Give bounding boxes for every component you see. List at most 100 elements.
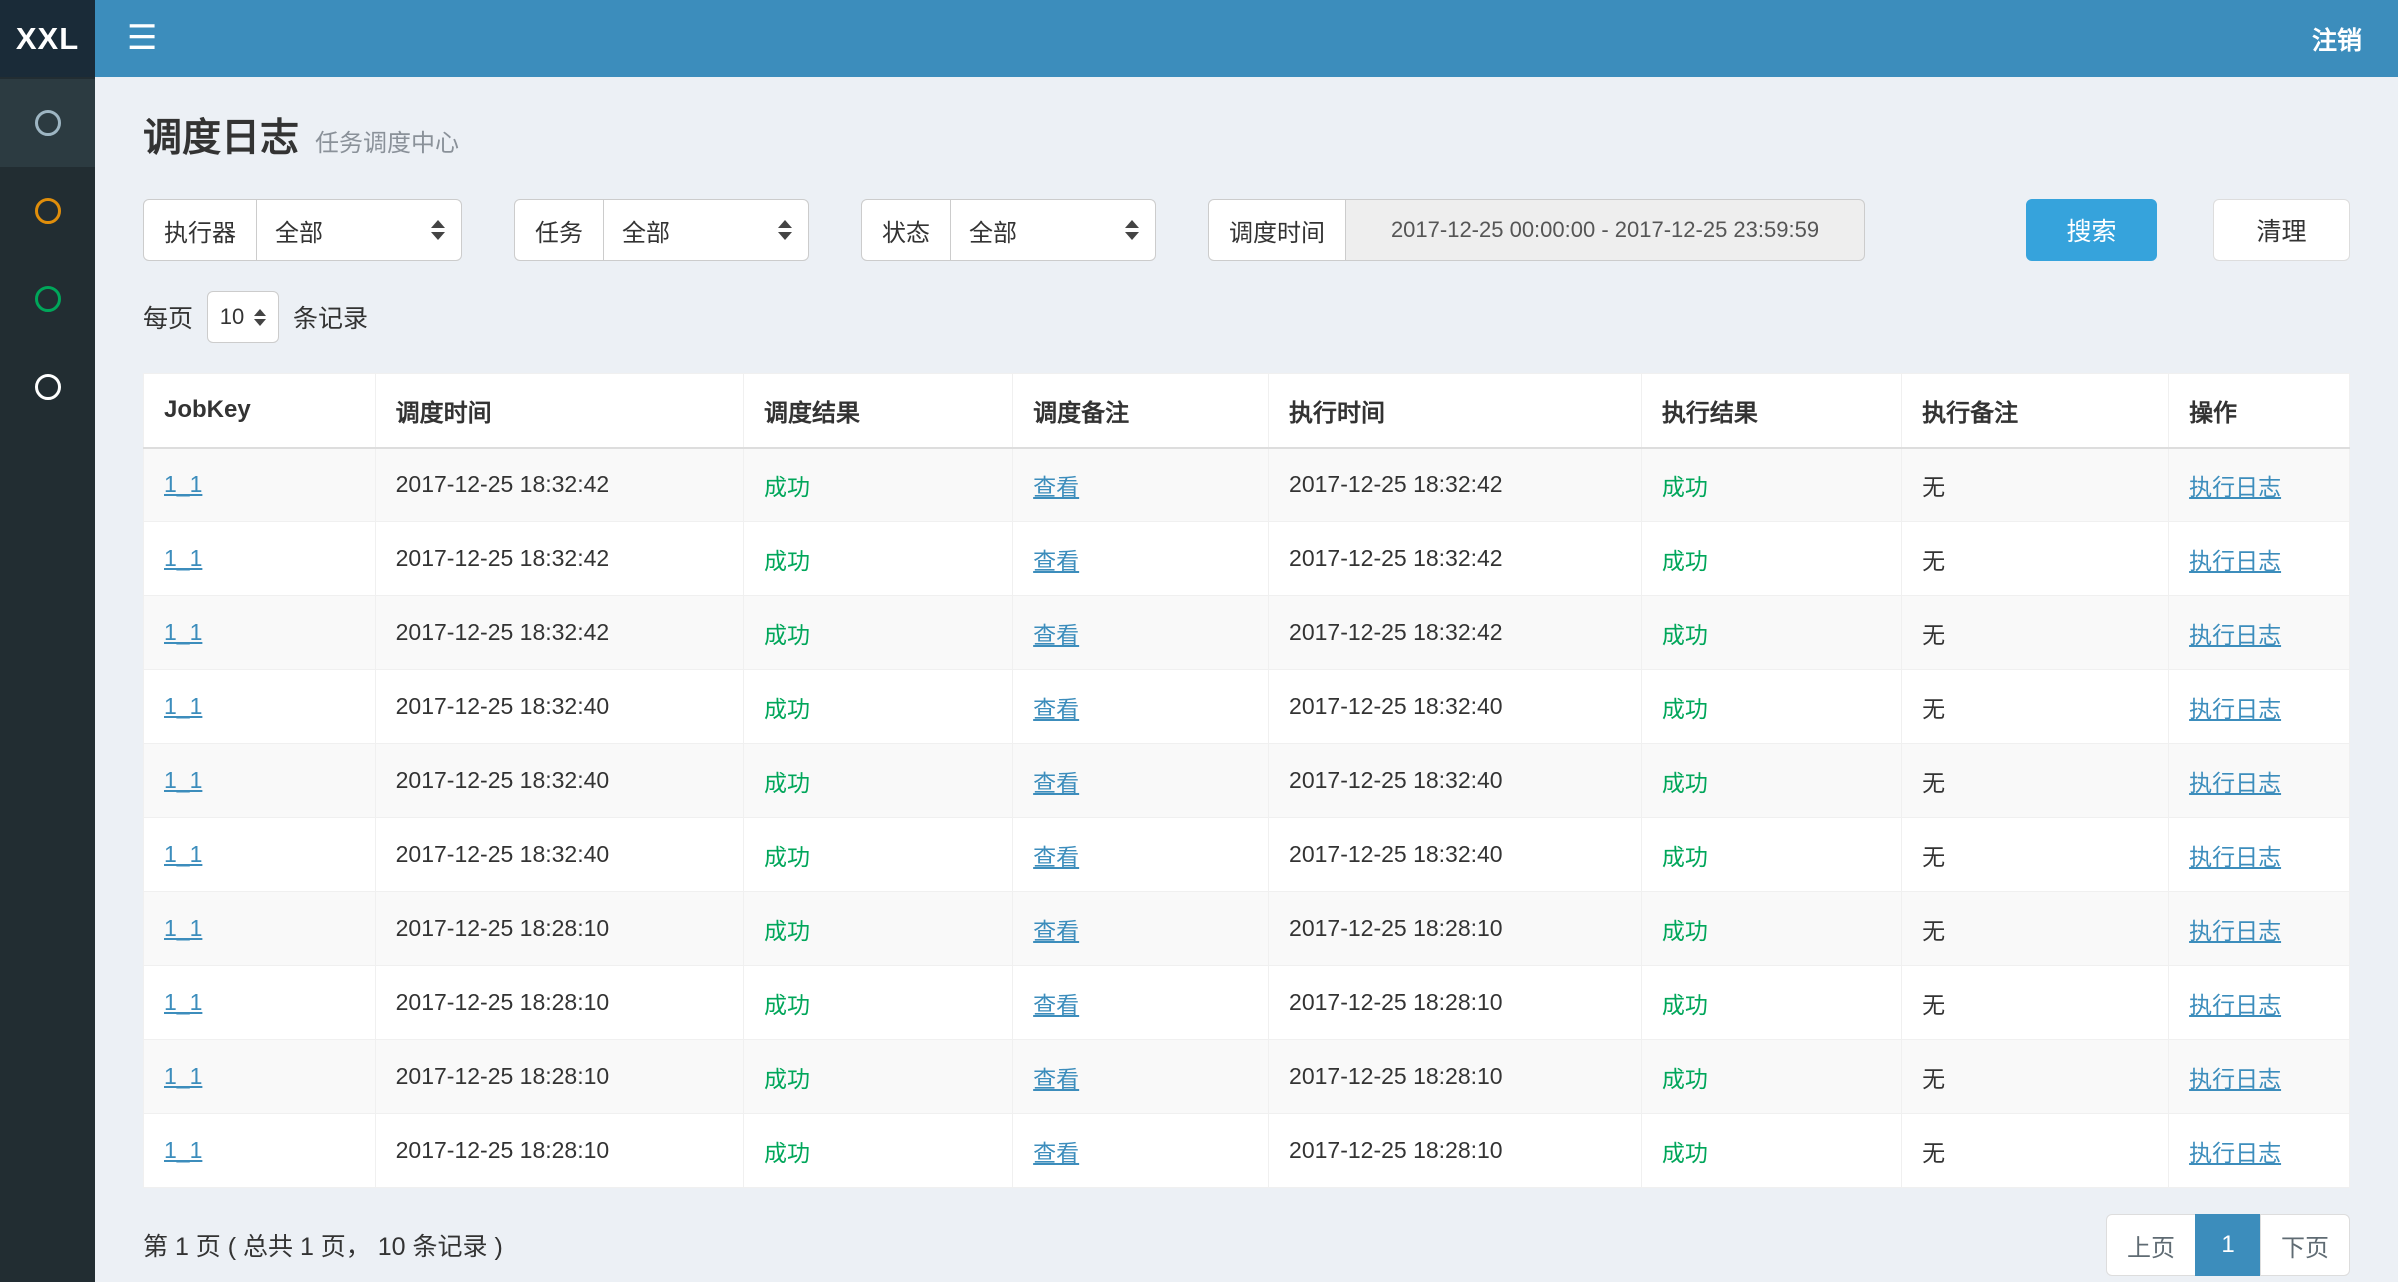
execution-log-link[interactable]: 执行日志 <box>2189 992 2281 1018</box>
job-key-link[interactable]: 1_1 <box>164 915 202 941</box>
job-filter-select[interactable]: 全部 <box>603 199 809 261</box>
handle-result-status: 成功 <box>1662 548 1708 574</box>
trigger-remark-link[interactable]: 查看 <box>1033 992 1079 1018</box>
trigger-result-status: 成功 <box>764 696 810 722</box>
handle-result-status: 成功 <box>1662 1066 1708 1092</box>
cell-trigger-remark: 查看 <box>1013 596 1269 670</box>
sidebar-menu-item[interactable] <box>0 79 95 167</box>
trigger-result-status: 成功 <box>764 992 810 1018</box>
sidebar-toggle-icon[interactable]: ☰ <box>95 0 189 77</box>
cell-handle-result: 成功 <box>1641 892 1901 966</box>
table-row: 1_1 2017-12-25 18:32:40 成功 查看 2017-12-25… <box>144 744 2350 818</box>
column-header-handle-time: 执行时间 <box>1269 374 1642 448</box>
job-key-link[interactable]: 1_1 <box>164 1063 202 1089</box>
pagination-prev-button[interactable]: 上页 <box>2106 1214 2196 1276</box>
navbar-main: ☰ 注销 <box>95 0 2398 77</box>
trigger-remark-link[interactable]: 查看 <box>1033 622 1079 648</box>
cell-handle-result: 成功 <box>1641 1114 1901 1188</box>
cell-action: 执行日志 <box>2169 744 2350 818</box>
cell-trigger-remark: 查看 <box>1013 1114 1269 1188</box>
cell-handle-time: 2017-12-25 18:32:42 <box>1269 448 1642 522</box>
job-key-link[interactable]: 1_1 <box>164 767 202 793</box>
execution-log-link[interactable]: 执行日志 <box>2189 770 2281 796</box>
table-row: 1_1 2017-12-25 18:32:42 成功 查看 2017-12-25… <box>144 522 2350 596</box>
execution-log-link[interactable]: 执行日志 <box>2189 1140 2281 1166</box>
sidebar-menu-item[interactable] <box>0 255 95 343</box>
pagination-next-button[interactable]: 下页 <box>2260 1214 2350 1276</box>
job-key-link[interactable]: 1_1 <box>164 1137 202 1163</box>
pagination-summary: 第 1 页 ( 总共 1 页， 10 条记录 ) <box>143 1227 503 1263</box>
cell-handle-time: 2017-12-25 18:32:42 <box>1269 522 1642 596</box>
trigger-time-range-input[interactable]: 2017-12-25 00:00:00 - 2017-12-25 23:59:5… <box>1345 199 1865 261</box>
pagination-page-1-button[interactable]: 1 <box>2195 1214 2261 1276</box>
column-header-trigger-result: 调度结果 <box>744 374 1013 448</box>
execution-log-link[interactable]: 执行日志 <box>2189 696 2281 722</box>
table-row: 1_1 2017-12-25 18:28:10 成功 查看 2017-12-25… <box>144 1040 2350 1114</box>
trigger-remark-link[interactable]: 查看 <box>1033 1140 1079 1166</box>
execution-log-link[interactable]: 执行日志 <box>2189 844 2281 870</box>
cell-action: 执行日志 <box>2169 1114 2350 1188</box>
executor-filter-group: 执行器 全部 <box>143 199 462 261</box>
job-key-link[interactable]: 1_1 <box>164 619 202 645</box>
trigger-remark-link[interactable]: 查看 <box>1033 918 1079 944</box>
executor-filter-select[interactable]: 全部 <box>256 199 462 261</box>
cell-action: 执行日志 <box>2169 670 2350 744</box>
sidebar-menu-item[interactable] <box>0 167 95 255</box>
column-header-trigger-time: 调度时间 <box>375 374 743 448</box>
trigger-remark-link[interactable]: 查看 <box>1033 474 1079 500</box>
job-key-link[interactable]: 1_1 <box>164 545 202 571</box>
job-key-link[interactable]: 1_1 <box>164 989 202 1015</box>
cell-trigger-time: 2017-12-25 18:32:40 <box>375 818 743 892</box>
cell-handle-time: 2017-12-25 18:32:40 <box>1269 744 1642 818</box>
job-key-link[interactable]: 1_1 <box>164 693 202 719</box>
job-key-link[interactable]: 1_1 <box>164 841 202 867</box>
cell-jobkey: 1_1 <box>144 892 376 966</box>
app-logo[interactable]: XXL <box>0 0 95 77</box>
execution-log-link[interactable]: 执行日志 <box>2189 1066 2281 1092</box>
table-row: 1_1 2017-12-25 18:28:10 成功 查看 2017-12-25… <box>144 892 2350 966</box>
handle-result-status: 成功 <box>1662 918 1708 944</box>
status-filter-value: 全部 <box>969 213 1017 248</box>
executor-filter-label: 执行器 <box>143 199 257 261</box>
cell-trigger-result: 成功 <box>744 818 1013 892</box>
job-filter-label: 任务 <box>514 199 604 261</box>
trigger-remark-link[interactable]: 查看 <box>1033 770 1079 796</box>
cell-trigger-remark: 查看 <box>1013 522 1269 596</box>
table-row: 1_1 2017-12-25 18:32:42 成功 查看 2017-12-25… <box>144 596 2350 670</box>
navbar: XXL ☰ 注销 <box>0 0 2398 77</box>
sidebar-menu-item[interactable] <box>0 343 95 431</box>
execution-log-link[interactable]: 执行日志 <box>2189 918 2281 944</box>
trigger-result-status: 成功 <box>764 770 810 796</box>
execution-log-link[interactable]: 执行日志 <box>2189 622 2281 648</box>
cell-action: 执行日志 <box>2169 448 2350 522</box>
cell-trigger-remark: 查看 <box>1013 966 1269 1040</box>
cell-handle-result: 成功 <box>1641 744 1901 818</box>
table-row: 1_1 2017-12-25 18:32:42 成功 查看 2017-12-25… <box>144 448 2350 522</box>
page-size-select[interactable]: 10 <box>207 291 279 343</box>
execution-log-link[interactable]: 执行日志 <box>2189 548 2281 574</box>
job-key-link[interactable]: 1_1 <box>164 471 202 497</box>
content-header: 调度日志 任务调度中心 <box>143 77 2350 163</box>
trigger-remark-link[interactable]: 查看 <box>1033 1066 1079 1092</box>
trigger-result-status: 成功 <box>764 622 810 648</box>
logout-link[interactable]: 注销 <box>2312 21 2398 57</box>
trigger-remark-link[interactable]: 查看 <box>1033 548 1079 574</box>
status-filter-group: 状态 全部 <box>861 199 1156 261</box>
cell-handle-remark: 无 <box>1902 744 2169 818</box>
cell-trigger-result: 成功 <box>744 1114 1013 1188</box>
page-subtitle: 任务调度中心 <box>315 123 459 158</box>
circle-outline-icon <box>35 374 61 400</box>
handle-result-status: 成功 <box>1662 770 1708 796</box>
column-header-trigger-remark: 调度备注 <box>1013 374 1269 448</box>
status-filter-select[interactable]: 全部 <box>950 199 1156 261</box>
trigger-remark-link[interactable]: 查看 <box>1033 844 1079 870</box>
cell-handle-result: 成功 <box>1641 670 1901 744</box>
cell-jobkey: 1_1 <box>144 448 376 522</box>
trigger-remark-link[interactable]: 查看 <box>1033 696 1079 722</box>
search-button[interactable]: 搜索 <box>2026 199 2157 261</box>
cell-trigger-result: 成功 <box>744 892 1013 966</box>
cell-action: 执行日志 <box>2169 892 2350 966</box>
cell-jobkey: 1_1 <box>144 744 376 818</box>
clear-button[interactable]: 清理 <box>2213 199 2350 261</box>
execution-log-link[interactable]: 执行日志 <box>2189 474 2281 500</box>
